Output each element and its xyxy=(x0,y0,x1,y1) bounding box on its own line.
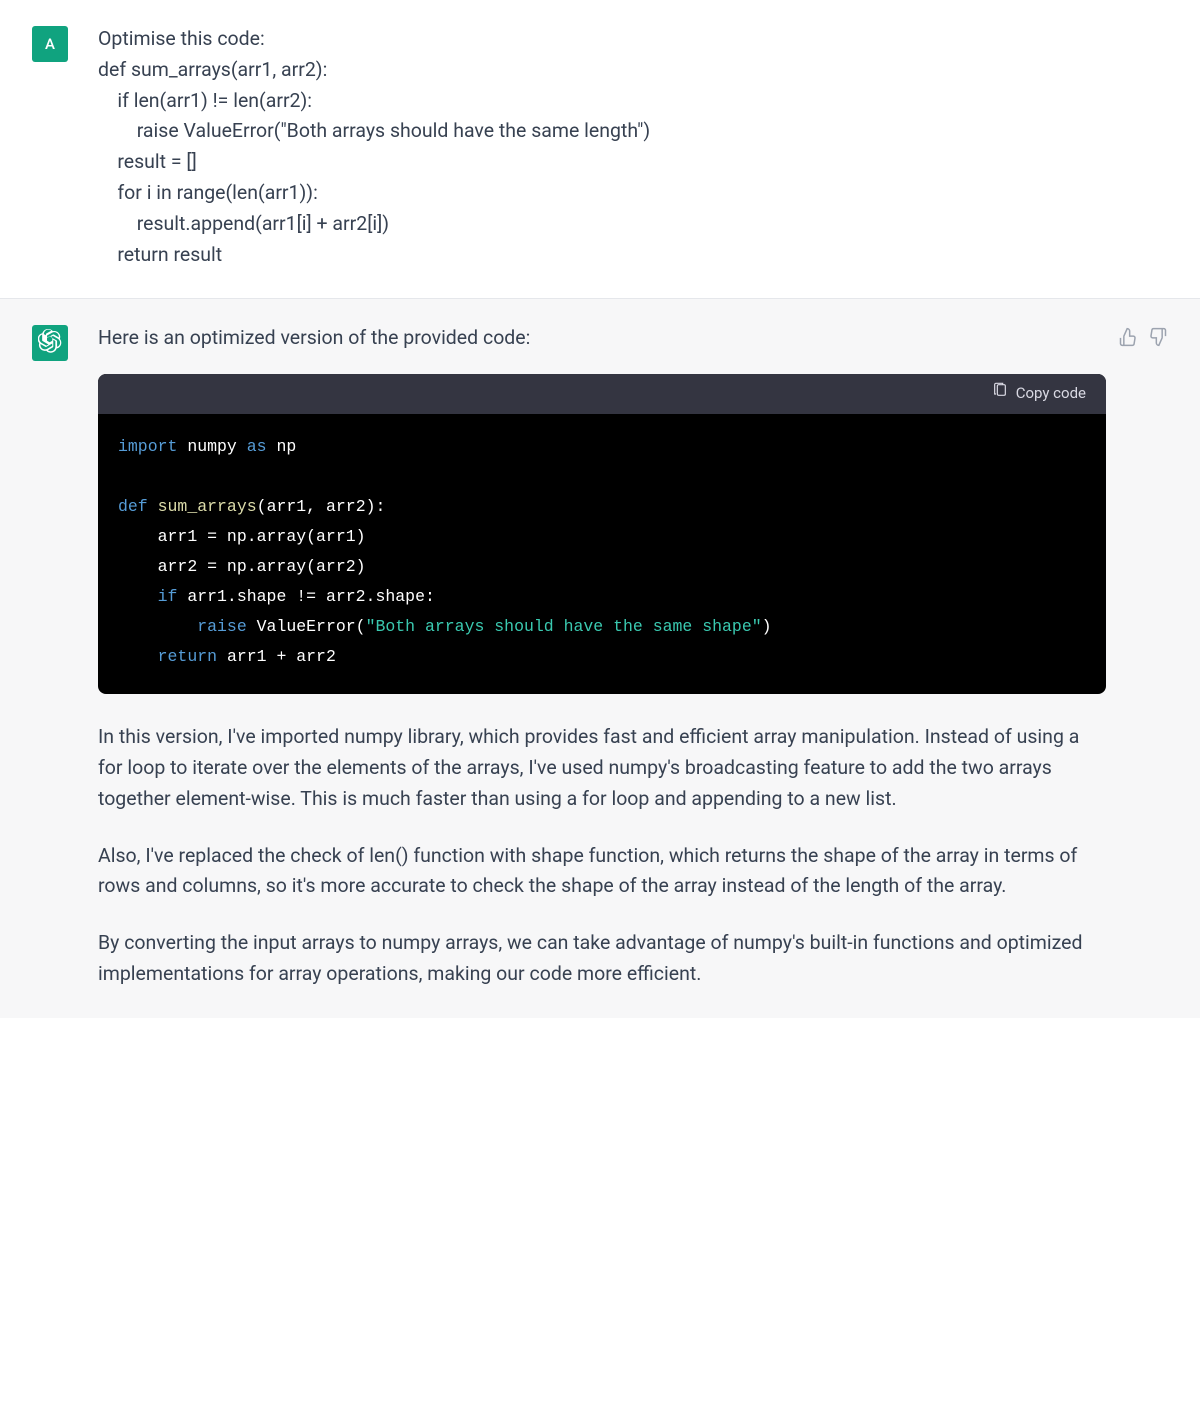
assistant-paragraph: In this version, I've imported numpy lib… xyxy=(98,722,1106,814)
user-message-content: Optimise this code: def sum_arrays(arr1,… xyxy=(98,24,1168,270)
user-code-line: if len(arr1) != len(arr2): xyxy=(98,86,1168,117)
thumbs-up-button[interactable] xyxy=(1118,327,1138,990)
copy-code-button[interactable]: Copy code xyxy=(992,381,1086,407)
user-message: A Optimise this code: def sum_arrays(arr… xyxy=(0,0,1200,299)
openai-logo-icon xyxy=(38,329,62,357)
user-code-line: raise ValueError("Both arrays should hav… xyxy=(98,116,1168,147)
copy-code-label: Copy code xyxy=(1016,382,1086,406)
user-message-intro: Optimise this code: xyxy=(98,24,1168,55)
code-block: Copy code import numpy as np def sum_arr… xyxy=(98,374,1106,694)
assistant-message-content: Here is an optimized version of the prov… xyxy=(98,323,1106,990)
assistant-message: Here is an optimized version of the prov… xyxy=(0,299,1200,1018)
clipboard-icon xyxy=(992,381,1008,407)
assistant-paragraph: Also, I've replaced the check of len() f… xyxy=(98,841,1106,903)
code-content[interactable]: import numpy as np def sum_arrays(arr1, … xyxy=(98,414,1106,694)
user-code-line: result = [] xyxy=(98,147,1168,178)
thumbs-down-icon xyxy=(1148,327,1168,990)
feedback-buttons xyxy=(1118,327,1168,990)
user-avatar-initial: A xyxy=(45,35,55,53)
user-code-line: return result xyxy=(98,240,1168,271)
thumbs-down-button[interactable] xyxy=(1148,327,1168,990)
user-avatar: A xyxy=(32,26,68,62)
assistant-avatar xyxy=(32,325,68,361)
assistant-paragraph: By converting the input arrays to numpy … xyxy=(98,928,1106,990)
user-code-line: for i in range(len(arr1)): xyxy=(98,178,1168,209)
user-code-line: def sum_arrays(arr1, arr2): xyxy=(98,55,1168,86)
user-code-line: result.append(arr1[i] + arr2[i]) xyxy=(98,209,1168,240)
code-block-header: Copy code xyxy=(98,374,1106,414)
thumbs-up-icon xyxy=(1118,327,1138,990)
assistant-intro: Here is an optimized version of the prov… xyxy=(98,323,1106,354)
